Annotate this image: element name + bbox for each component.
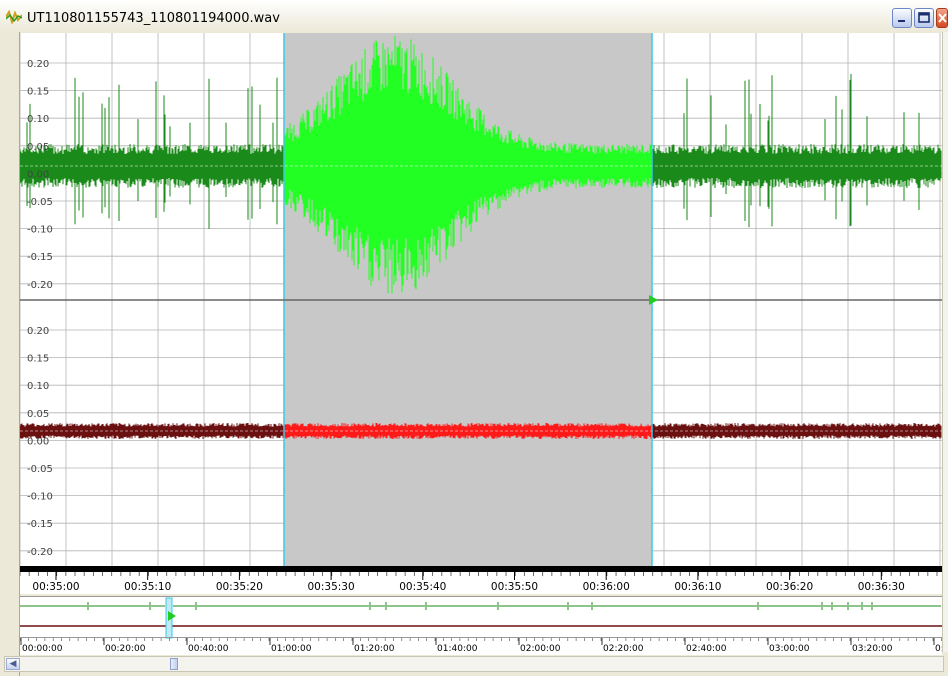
overview-waveform (20, 602, 942, 627)
y-tick-label: 0.05 (27, 142, 49, 153)
y-tick-label: -0.20 (27, 280, 53, 291)
y-tick-label: -0.15 (27, 519, 53, 530)
y-tick-label: 0.10 (27, 114, 49, 125)
left-gutter (0, 32, 20, 676)
overview-label: 01:20:00 (354, 644, 395, 654)
scroll-left-button[interactable]: ◀ (6, 658, 20, 670)
y-tick-label: 0.10 (27, 381, 49, 392)
overview-label: 02:40:00 (686, 644, 727, 654)
horizontal-scrollbar[interactable]: ◀ (4, 656, 944, 672)
waveform-canvas[interactable]: 0.20 0.15 0.10 0.05 0.00 -0.05 -0.10 -0.15 -0.20… (20, 33, 942, 573)
waveform-view[interactable]: 0.20 0.15 0.10 0.05 0.00 -0.05 -0.10 -0.15 -0.20… (20, 33, 942, 573)
overview-label: 02:00:00 (520, 644, 561, 654)
ruler-label: 00:36:20 (766, 581, 813, 593)
y-tick-label: 0.20 (27, 326, 49, 337)
overview-ruler: 00:00:00 00:20:00 00:40:00 01:00:00 01:20:00… (20, 638, 942, 654)
y-tick-label: -0.15 (27, 252, 53, 263)
maximize-button[interactable] (914, 8, 934, 28)
overview-label: 03:00:00 (769, 644, 810, 654)
vertical-scrollbar[interactable] (942, 32, 948, 652)
ruler-label: 00:35:40 (399, 581, 446, 593)
y-tick-label: -0.10 (27, 225, 53, 236)
ruler-label: 00:36:00 (583, 581, 630, 593)
time-ruler-canvas: 00:35:00 00:35:10 00:35:20 00:35:30 00:35:40… (20, 566, 942, 593)
window-title: UT110801155743_110801194000.wav (27, 11, 280, 26)
y-tick-label: 0.20 (27, 59, 49, 70)
y-tick-label: -0.20 (27, 547, 53, 558)
ruler-label: 00:35:10 (124, 581, 171, 593)
close-icon (938, 13, 947, 23)
time-ruler[interactable]: 00:35:00 00:35:10 00:35:20 00:35:30 00:35:40… (20, 566, 942, 594)
overview-label: 00:00:00 (22, 644, 63, 654)
y-tick-label: 0.15 (27, 87, 49, 98)
scroll-left-icon: ◀ (9, 659, 17, 669)
minimize-button[interactable] (892, 8, 912, 28)
scroll-thumb[interactable] (170, 658, 178, 670)
close-button[interactable] (936, 8, 948, 28)
minimize-icon (898, 20, 905, 22)
y-tick-labels: 0.20 0.15 0.10 0.05 0.00 -0.05 -0.10 -0.15 -0.20… (27, 59, 53, 558)
ruler-label: 00:35:50 (491, 581, 538, 593)
y-tick-label: 0.00 (27, 169, 49, 180)
overview-label: 01:00:00 (271, 644, 312, 654)
overview-trace (20, 602, 941, 610)
y-tick-label: 0.15 (27, 354, 49, 365)
y-tick-label: -0.10 (27, 492, 53, 503)
overview-label: 00:40:00 (188, 644, 229, 654)
overview-label: 02:20:00 (603, 644, 644, 654)
overview-canvas[interactable]: 00:00:00 00:20:00 00:40:00 01:00:00 01:20:00… (20, 597, 942, 655)
overview-label: 01:40:00 (437, 644, 478, 654)
ruler-label: 00:35:30 (308, 581, 355, 593)
maximize-icon (918, 12, 930, 23)
ruler-label: 00:36:10 (674, 581, 721, 593)
overview-label: 00:20:00 (105, 644, 146, 654)
ruler-label: 00:35:00 (32, 581, 79, 593)
overview-label: 03:20:00 (852, 644, 893, 654)
title-bar[interactable]: UT110801155743_110801194000.wav (0, 0, 948, 32)
y-tick-label: 0.05 (27, 409, 49, 420)
play-marker-icon[interactable] (649, 295, 658, 305)
ruler-label: 00:35:20 (216, 581, 263, 593)
overview-panel[interactable]: 00:00:00 00:20:00 00:40:00 01:00:00 01:20:00… (20, 596, 942, 655)
overview-label: 0: (935, 644, 942, 654)
y-tick-label: -0.05 (27, 464, 53, 475)
y-tick-label: -0.05 (27, 197, 53, 208)
y-tick-label: 0.00 (27, 436, 49, 447)
ruler-ticks: 00:35:00 00:35:10 00:35:20 00:35:30 00:35:40… (20, 572, 938, 593)
waveform-app-icon (6, 10, 22, 24)
ruler-label: 00:36:30 (858, 581, 905, 593)
